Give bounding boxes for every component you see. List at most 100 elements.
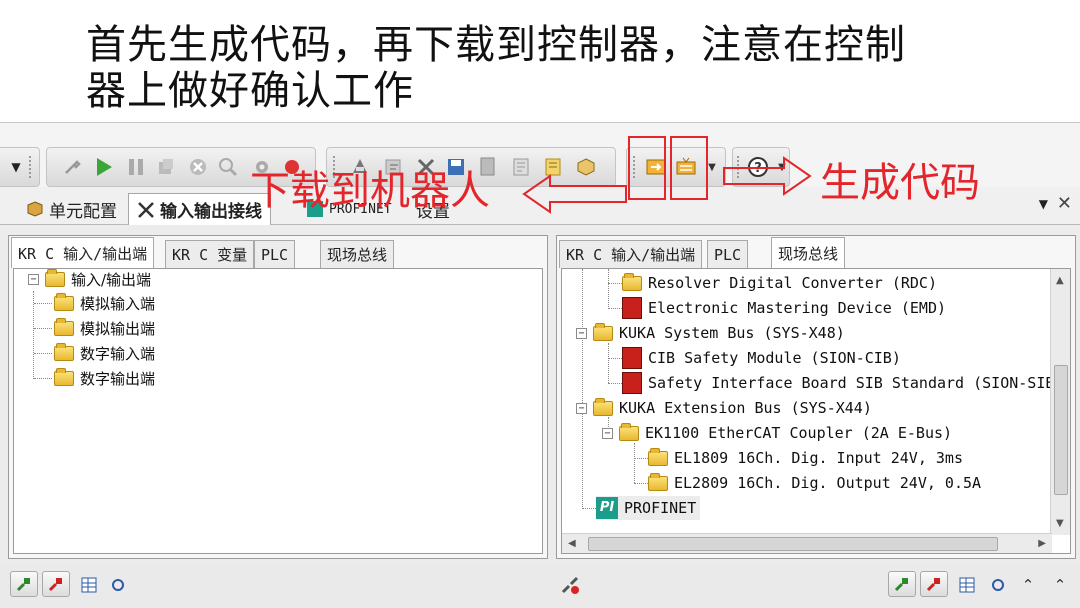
- tree-node-digital-out[interactable]: 数字输出端: [54, 366, 155, 390]
- vertical-scrollbar[interactable]: ▲ ▼: [1050, 269, 1070, 535]
- scroll-down-icon[interactable]: ▼: [1056, 518, 1064, 529]
- slide-headline: 首先生成代码，再下载到控制器，注意在控制 器上做好确认工作: [86, 22, 1046, 114]
- filter-search-icon[interactable]: [986, 573, 1010, 597]
- tree-node-ek1100[interactable]: − EK1100 EtherCAT Coupler (2A E-Bus): [602, 421, 952, 445]
- headline-line-2: 器上做好确认工作: [86, 68, 414, 114]
- tree-node-kuka-system-bus[interactable]: − KUKA System Bus (SYS-X48): [576, 321, 845, 345]
- disconnect-icon[interactable]: [42, 571, 70, 597]
- tree-node-kuka-extension-bus[interactable]: − KUKA Extension Bus (SYS-X44): [576, 396, 872, 420]
- right-tab-plc[interactable]: PLC: [707, 240, 749, 268]
- dropdown-icon[interactable]: ▼: [5, 156, 27, 178]
- tab-label: KR C 变量: [172, 246, 248, 264]
- tree-label: EL2809 16Ch. Dig. Output 24V, 0.5A: [674, 474, 982, 492]
- tab-label: 单元配置: [49, 201, 117, 222]
- tab-label: PLC: [261, 245, 289, 264]
- right-tab-fieldbus[interactable]: 现场总线: [771, 237, 846, 268]
- left-arrow-icon: [522, 174, 627, 214]
- collapse-up-icon[interactable]: ⌃: [1016, 573, 1040, 597]
- scroll-up-icon[interactable]: ▲: [1056, 275, 1064, 286]
- cancel-icon[interactable]: [187, 156, 209, 178]
- tab-label: KR C 输入/输出端: [566, 246, 696, 264]
- folder-icon: [45, 269, 65, 287]
- tab-cell-config[interactable]: 单元配置: [18, 193, 125, 225]
- collapse-icon[interactable]: −: [576, 327, 587, 339]
- connect-icon[interactable]: [10, 571, 38, 597]
- folder-icon: [648, 447, 668, 466]
- cell-config-icon: [26, 200, 44, 218]
- left-tab-plc[interactable]: PLC: [254, 240, 296, 268]
- device-module-icon: [622, 372, 642, 394]
- tree-node-digital-in[interactable]: 数字输入端: [54, 341, 155, 365]
- tree-node-emd[interactable]: Electronic Mastering Device (EMD): [622, 296, 946, 320]
- left-panel: KR C 输入/输出端 KR C 变量 PLC 现场总线 − 输入/输出端 模拟…: [8, 235, 548, 559]
- right-tree-viewport: Resolver Digital Converter (RDC) Electro…: [562, 269, 1052, 535]
- wrench-icon[interactable]: [61, 156, 83, 178]
- stop-icon[interactable]: [155, 156, 177, 178]
- unlink-icon[interactable]: [558, 573, 582, 597]
- tab-label: PLC: [714, 245, 742, 264]
- tab-label: KR C 输入/输出端: [18, 244, 148, 263]
- tree-label: 模拟输出端: [80, 319, 156, 338]
- collapse-icon[interactable]: −: [28, 273, 39, 285]
- folder-icon: [54, 342, 74, 361]
- generate-highlight-box: [670, 136, 708, 200]
- scrollbar-thumb[interactable]: [1054, 365, 1068, 495]
- play-icon[interactable]: [93, 156, 115, 178]
- tab-label: 输入输出接线: [160, 202, 262, 222]
- left-tab-fieldbus[interactable]: 现场总线: [320, 240, 395, 268]
- folder-icon: [54, 367, 74, 386]
- folder-icon: [593, 322, 613, 341]
- left-tab-krc-io[interactable]: KR C 输入/输出端: [11, 237, 155, 268]
- toolbar-group-1: ▼: [0, 147, 40, 187]
- folder-icon: [54, 292, 74, 311]
- tree-node-analog-in[interactable]: 模拟输入端: [54, 291, 155, 315]
- right-tab-krc-io[interactable]: KR C 输入/输出端: [559, 240, 703, 268]
- expand-up-icon[interactable]: ⌃: [1048, 573, 1072, 597]
- tree-node-rdc[interactable]: Resolver Digital Converter (RDC): [622, 271, 937, 295]
- connect-icon[interactable]: [888, 571, 916, 597]
- tree-label: 模拟输入端: [80, 294, 156, 313]
- horizontal-scrollbar[interactable]: ◀ ▶: [562, 533, 1052, 553]
- folder-icon: [648, 472, 668, 491]
- scroll-left-icon[interactable]: ◀: [568, 538, 576, 549]
- collapse-icon[interactable]: −: [576, 402, 587, 414]
- disconnect-icon[interactable]: [920, 571, 948, 597]
- right-tree: Resolver Digital Converter (RDC) Electro…: [561, 268, 1071, 554]
- tree-label: EK1100 EtherCAT Coupler (2A E-Bus): [645, 424, 953, 442]
- tree-node-sib-standard[interactable]: Safety Interface Board SIB Standard (SIO…: [622, 371, 1052, 395]
- tree-label: Resolver Digital Converter (RDC): [648, 274, 937, 292]
- pause-icon[interactable]: [125, 156, 147, 178]
- magnifier-icon[interactable]: [217, 156, 239, 178]
- collapse-icon[interactable]: −: [602, 427, 613, 439]
- tree-label: Safety Interface Board SIB Standard (SIO…: [648, 374, 1052, 392]
- left-tree: − 输入/输出端 模拟输入端 模拟输出端 数字输入端 数字输出端: [13, 268, 543, 554]
- tree-label: Electronic Mastering Device (EMD): [648, 299, 947, 317]
- tree-node-io-root[interactable]: − 输入/输出端: [28, 269, 152, 291]
- tab-label: 现场总线: [327, 246, 388, 264]
- tab-label: 现场总线: [778, 244, 839, 263]
- profinet-icon: PI: [596, 497, 618, 519]
- edit-table-icon[interactable]: [956, 573, 980, 597]
- tab-menu-chevron-icon[interactable]: ▼: [1039, 197, 1048, 211]
- left-tab-krc-variables[interactable]: KR C 变量: [165, 240, 255, 268]
- device-module-icon: [622, 297, 642, 319]
- edit-table-icon[interactable]: [78, 573, 102, 597]
- filter-search-icon[interactable]: [106, 573, 130, 597]
- tree-label: 输入/输出端: [71, 270, 152, 289]
- scrollbar-thumb[interactable]: [588, 537, 998, 551]
- tree-node-el1809[interactable]: EL1809 16Ch. Dig. Input 24V, 3ms: [648, 446, 963, 470]
- close-icon[interactable]: ✕: [1057, 193, 1072, 214]
- tree-node-el2809[interactable]: EL2809 16Ch. Dig. Output 24V, 0.5A: [648, 471, 981, 495]
- scroll-right-icon[interactable]: ▶: [1038, 538, 1046, 549]
- toolbar-grip[interactable]: [29, 156, 33, 178]
- right-panel: KR C 输入/输出端 PLC 现场总线 Resolver Digital Co: [556, 235, 1076, 559]
- tree-node-profinet[interactable]: PI PROFINET: [596, 496, 701, 520]
- tree-node-cib-safety[interactable]: CIB Safety Module (SION-CIB): [622, 346, 901, 370]
- folder-icon: [619, 422, 639, 441]
- bottom-bar: ⌃ ⌃: [0, 565, 1080, 608]
- tree-label: EL1809 16Ch. Dig. Input 24V, 3ms: [674, 449, 963, 467]
- folder-icon: [622, 272, 642, 291]
- folder-icon: [54, 317, 74, 336]
- tree-node-analog-out[interactable]: 模拟输出端: [54, 316, 155, 340]
- tree-label: KUKA Extension Bus (SYS-X44): [619, 399, 872, 417]
